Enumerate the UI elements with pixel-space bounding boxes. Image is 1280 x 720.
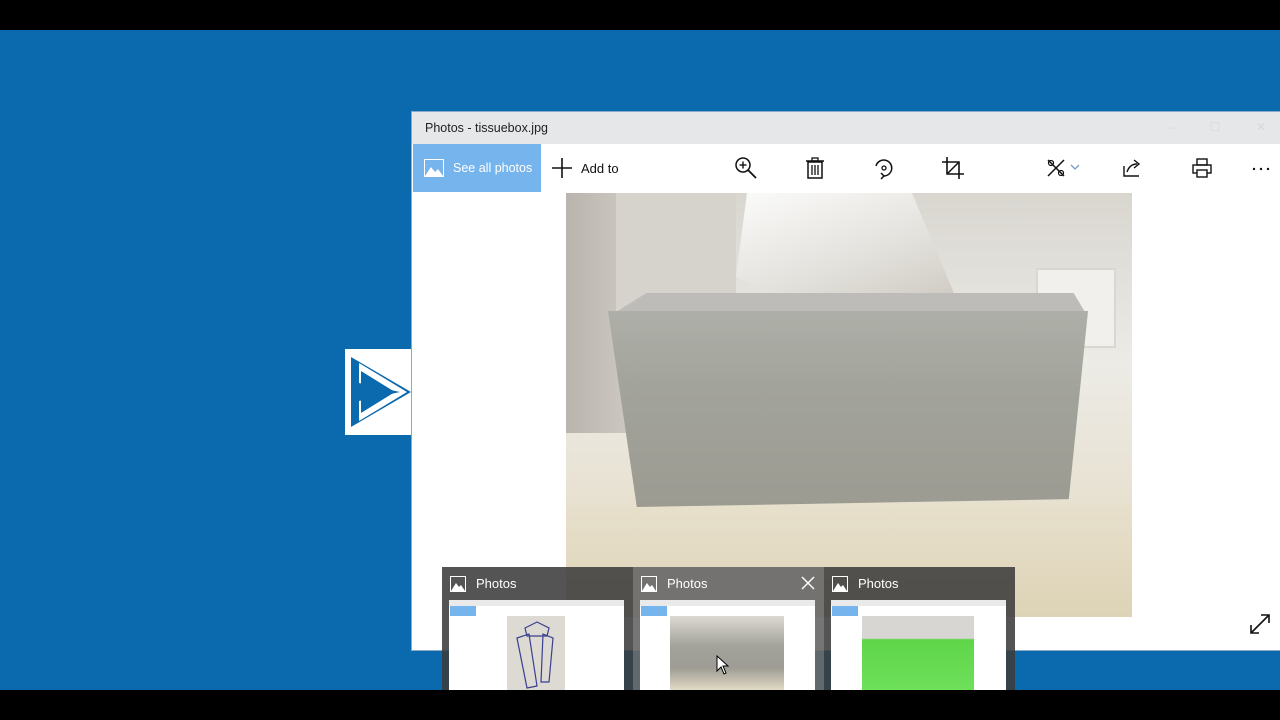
close-button[interactable]: ✕	[1254, 120, 1268, 134]
rotate-icon[interactable]	[872, 156, 896, 180]
delete-icon[interactable]	[803, 156, 827, 180]
plus-icon	[552, 158, 572, 178]
add-to-button[interactable]: Add to	[552, 144, 619, 192]
see-all-photos-button[interactable]: See all photos	[413, 144, 541, 192]
sketch-thumbnail	[507, 616, 565, 690]
window-title: Photos - tissuebox.jpg	[425, 121, 548, 135]
video-letterbox-top	[0, 0, 1280, 30]
photos-app-icon	[450, 575, 466, 592]
green-towel-thumbnail	[862, 616, 974, 690]
main-photo[interactable]	[566, 193, 1132, 617]
chevron-down-icon[interactable]	[1068, 156, 1082, 180]
tissuebox-thumbnail	[670, 616, 784, 690]
share-icon[interactable]	[1121, 156, 1145, 180]
edit-create-icon[interactable]	[1044, 156, 1068, 180]
crop-icon[interactable]	[941, 156, 965, 180]
close-icon[interactable]	[801, 576, 815, 590]
taskbar-thumbnail-previews: Photos Photos Photos	[442, 567, 1015, 690]
photos-app-icon	[641, 575, 657, 592]
preview-thumbnail	[831, 600, 1006, 690]
add-to-label: Add to	[581, 160, 619, 176]
preview-label: Photos	[858, 576, 899, 591]
photos-app-splash-logo	[345, 349, 415, 435]
toolbar: See all photos Add to	[412, 144, 1280, 192]
picture-icon	[424, 159, 444, 177]
photo-box-front	[608, 311, 1088, 507]
preview-label: Photos	[667, 576, 708, 591]
taskbar-preview-active[interactable]: Photos	[633, 567, 824, 690]
photos-app-icon	[832, 575, 848, 592]
preview-thumbnail	[449, 600, 624, 690]
more-icon[interactable]	[1249, 156, 1273, 180]
mouse-cursor-icon	[716, 655, 730, 675]
photo-tissue	[736, 193, 956, 298]
see-all-photos-label: See all photos	[453, 161, 533, 175]
minimize-button[interactable]: –	[1164, 120, 1178, 134]
preview-thumbnail	[640, 600, 815, 690]
video-letterbox-bottom	[0, 690, 1280, 720]
maximize-button[interactable]: ☐	[1208, 120, 1222, 134]
taskbar-preview[interactable]: Photos	[824, 567, 1015, 690]
taskbar-preview[interactable]: Photos	[442, 567, 633, 690]
zoom-in-icon[interactable]	[734, 156, 758, 180]
print-icon[interactable]	[1190, 156, 1214, 180]
full-screen-expand-icon[interactable]	[1248, 612, 1272, 636]
title-bar[interactable]: Photos - tissuebox.jpg – ☐ ✕	[412, 112, 1280, 144]
preview-label: Photos	[476, 576, 517, 591]
